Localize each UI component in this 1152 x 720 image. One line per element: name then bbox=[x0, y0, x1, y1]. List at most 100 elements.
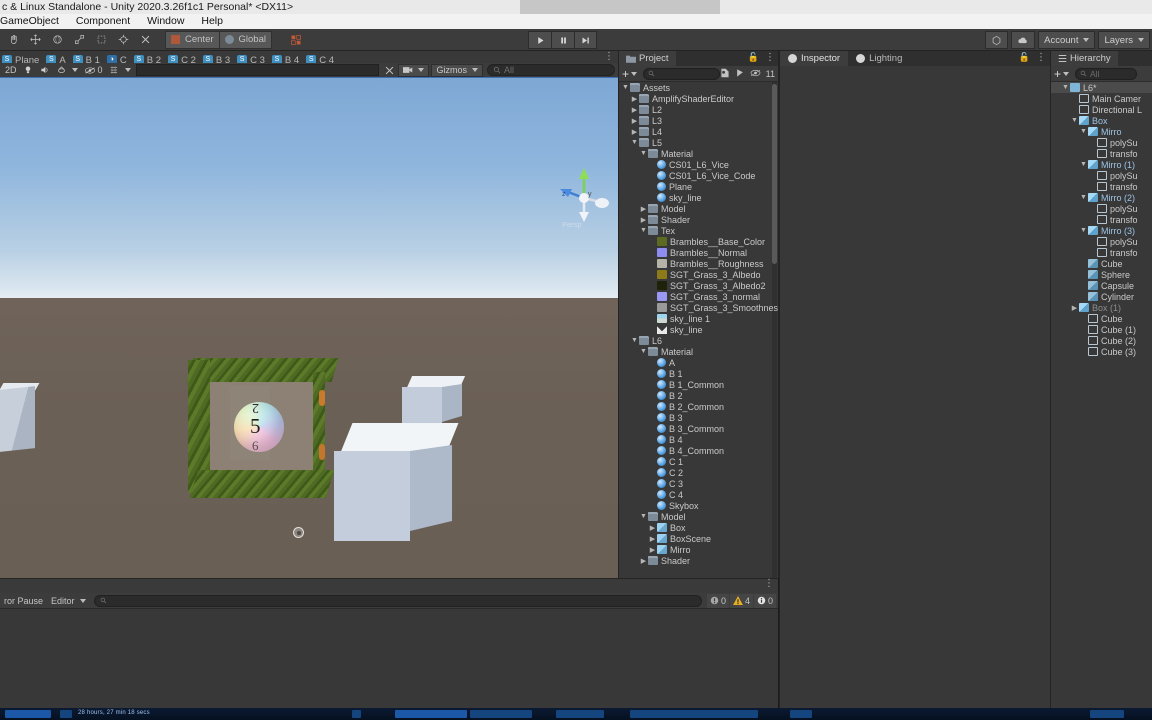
tree-row[interactable]: polySu bbox=[1051, 137, 1152, 148]
shading-mode-label[interactable]: 2D bbox=[2, 64, 20, 77]
favorite-icon[interactable] bbox=[720, 68, 730, 80]
tree-row[interactable]: sky_line bbox=[619, 192, 778, 203]
tree-row[interactable]: ▼ Box bbox=[1051, 115, 1152, 126]
tree-row[interactable]: ▼ L6 bbox=[619, 335, 778, 346]
scene-viewport[interactable]: 2 5 6 y z Persp bbox=[0, 78, 618, 578]
chevron-down-icon[interactable]: ▼ bbox=[639, 513, 648, 520]
console-error-count[interactable]: 0 bbox=[706, 593, 729, 608]
tree-row[interactable]: transfo bbox=[1051, 148, 1152, 159]
tree-row[interactable]: Cube bbox=[1051, 313, 1152, 324]
tree-row[interactable]: B 4_Common bbox=[619, 445, 778, 456]
chevron-right-icon[interactable]: ▶ bbox=[639, 216, 648, 224]
grid-visual-toggle[interactable] bbox=[106, 64, 134, 77]
tree-row[interactable]: sky_line 1 bbox=[619, 313, 778, 324]
create-asset-button[interactable]: + bbox=[622, 68, 629, 80]
chevron-down-icon[interactable] bbox=[1063, 71, 1070, 76]
chevron-down-icon[interactable]: ▼ bbox=[630, 337, 639, 344]
tree-row[interactable]: Capsule bbox=[1051, 280, 1152, 291]
os-taskbar[interactable]: 28 hours, 27 min 18 secs bbox=[0, 708, 1152, 720]
account-button[interactable]: Account bbox=[1038, 31, 1096, 49]
tree-row[interactable]: Cylinder bbox=[1051, 291, 1152, 302]
hierarchy-tree[interactable]: ▼ L6* Main Camer Directional L ▼ Box ▼ Mirro pol… bbox=[1051, 82, 1152, 708]
tree-row[interactable]: ▼ Mirro (3) bbox=[1051, 225, 1152, 236]
scene-projection-label[interactable]: Persp bbox=[562, 220, 582, 229]
chevron-right-icon[interactable]: ▶ bbox=[648, 546, 657, 554]
tree-row[interactable]: Brambles__Normal bbox=[619, 247, 778, 258]
tree-row[interactable]: SGT_Grass_3_Albedo2 bbox=[619, 280, 778, 291]
tree-row[interactable]: Cube bbox=[1051, 258, 1152, 269]
chevron-down-icon[interactable]: ▼ bbox=[1079, 227, 1088, 234]
scene-tools-icon[interactable] bbox=[381, 64, 398, 77]
tree-row[interactable]: Sphere bbox=[1051, 269, 1152, 280]
chevron-right-icon[interactable]: ▶ bbox=[630, 95, 639, 103]
tab-inspector[interactable]: Inspector bbox=[780, 51, 849, 66]
error-pause-button[interactable]: ror Pause bbox=[0, 594, 47, 608]
audio-toggle-icon[interactable] bbox=[36, 64, 53, 77]
tree-row[interactable]: ▼ Mirro (2) bbox=[1051, 192, 1152, 203]
console-search-input[interactable] bbox=[93, 594, 702, 607]
tree-row[interactable]: CS01_L6_Vice_Code bbox=[619, 170, 778, 181]
tree-row[interactable]: B 3_Common bbox=[619, 423, 778, 434]
chevron-right-icon[interactable]: ▶ bbox=[1070, 304, 1079, 312]
move-tool-button[interactable] bbox=[24, 30, 46, 49]
tree-row[interactable]: Cube (2) bbox=[1051, 335, 1152, 346]
rect-tool-button[interactable] bbox=[90, 30, 112, 49]
chevron-down-icon[interactable]: ▼ bbox=[621, 84, 630, 91]
tree-row[interactable]: ▼ Assets bbox=[619, 82, 778, 93]
tree-row[interactable]: ▶ Shader bbox=[619, 214, 778, 225]
tree-row[interactable]: C 2 bbox=[619, 467, 778, 478]
tree-row[interactable]: ▼ Material bbox=[619, 346, 778, 357]
tree-row[interactable]: Brambles__Base_Color bbox=[619, 236, 778, 247]
effects-toggle-icon[interactable] bbox=[53, 64, 81, 77]
menu-bar[interactable]: GameObject Component Window Help bbox=[0, 14, 1152, 29]
scale-tool-button[interactable] bbox=[68, 30, 90, 49]
tree-row[interactable]: B 4 bbox=[619, 434, 778, 445]
tree-row[interactable]: polySu bbox=[1051, 203, 1152, 214]
lock-icon[interactable]: 🔓 bbox=[1019, 52, 1030, 63]
play-button[interactable] bbox=[528, 31, 551, 49]
tree-row[interactable]: ▶ Shader bbox=[619, 555, 778, 566]
tree-row[interactable]: ▶ Model bbox=[619, 203, 778, 214]
kebab-menu-icon[interactable]: ⋮ bbox=[765, 53, 775, 63]
chevron-down-icon[interactable]: ▼ bbox=[639, 150, 648, 157]
chevron-down-icon[interactable]: ▼ bbox=[639, 348, 648, 355]
step-button[interactable] bbox=[574, 31, 597, 49]
tree-row[interactable]: sky_line bbox=[619, 324, 778, 335]
tree-row[interactable]: CS01_L6_Vice bbox=[619, 159, 778, 170]
tree-row[interactable]: ▶ L4 bbox=[619, 126, 778, 137]
tree-row[interactable]: ▼ Mirro bbox=[1051, 126, 1152, 137]
tree-row[interactable]: ▶ Box (1) bbox=[1051, 302, 1152, 313]
tree-row[interactable]: C 1 bbox=[619, 456, 778, 467]
scene-search-input[interactable]: All bbox=[487, 64, 615, 76]
tree-row[interactable]: transfo bbox=[1051, 247, 1152, 258]
chevron-down-icon[interactable]: ▼ bbox=[1070, 117, 1079, 124]
tree-row[interactable]: ▼ Material bbox=[619, 148, 778, 159]
hierarchy-search-input[interactable]: All bbox=[1075, 67, 1138, 80]
tree-row[interactable]: Main Camer bbox=[1051, 93, 1152, 104]
tree-row[interactable]: SGT_Grass_3_normal bbox=[619, 291, 778, 302]
chevron-right-icon[interactable]: ▶ bbox=[648, 524, 657, 532]
chevron-down-icon[interactable]: ▼ bbox=[1061, 84, 1070, 91]
custom-tool-button[interactable] bbox=[134, 30, 157, 49]
grid-snap-button[interactable] bbox=[283, 30, 307, 49]
tree-row[interactable]: ▼ Model bbox=[619, 511, 778, 522]
tree-row[interactable]: B 3 bbox=[619, 412, 778, 423]
project-scrollbar-thumb[interactable] bbox=[772, 84, 777, 264]
camera-preview-button[interactable] bbox=[398, 63, 430, 77]
tree-row[interactable]: C 4 bbox=[619, 489, 778, 500]
tree-row[interactable]: SGT_Grass_3_Albedo bbox=[619, 269, 778, 280]
chevron-right-icon[interactable]: ▶ bbox=[630, 106, 639, 114]
tree-row[interactable]: Plane bbox=[619, 181, 778, 192]
tree-row[interactable]: transfo bbox=[1051, 181, 1152, 192]
tree-row[interactable]: Directional L bbox=[1051, 104, 1152, 115]
gizmos-dropdown[interactable]: Gizmos bbox=[431, 63, 483, 77]
tree-row[interactable]: ▼ Mirro (1) bbox=[1051, 159, 1152, 170]
chevron-right-icon[interactable]: ▶ bbox=[639, 205, 648, 213]
chevron-right-icon[interactable]: ▶ bbox=[630, 128, 639, 136]
chevron-down-icon[interactable]: ▼ bbox=[1079, 128, 1088, 135]
scene-visibility-toggle[interactable]: 0 bbox=[81, 64, 106, 77]
menu-window[interactable]: Window bbox=[140, 14, 191, 29]
tree-row[interactable]: ▶ BoxScene bbox=[619, 533, 778, 544]
collab-button[interactable] bbox=[985, 31, 1009, 49]
chevron-down-icon[interactable] bbox=[631, 71, 638, 76]
